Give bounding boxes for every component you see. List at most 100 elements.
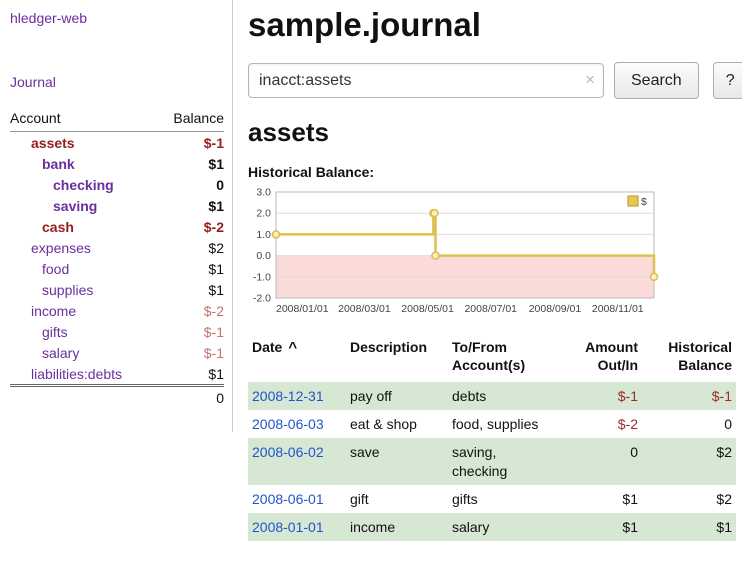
sidebar-account-link[interactable]: bank [42, 156, 75, 172]
app-layout: hledger-web Journal Account Balance asse… [0, 0, 742, 582]
sidebar-account-balance: $-1 [157, 321, 224, 342]
svg-text:-2.0: -2.0 [253, 293, 271, 305]
register-accounts: debts [448, 382, 552, 410]
register-header-date[interactable]: Date ^ [248, 337, 346, 382]
account-name-cell: checking [10, 174, 157, 195]
sidebar-account-link[interactable]: expenses [31, 240, 91, 256]
account-name-cell: food [10, 258, 157, 279]
sidebar: hledger-web Journal Account Balance asse… [0, 0, 233, 432]
account-row: supplies$1 [10, 279, 224, 300]
account-name-cell: gifts [10, 321, 157, 342]
nav-journal-link[interactable]: Journal [10, 74, 224, 90]
register-description: income [346, 513, 448, 541]
register-header-description: Description [346, 337, 448, 382]
accounts-header-account: Account [10, 110, 157, 132]
sidebar-account-link[interactable]: food [42, 261, 69, 277]
register-row: 2008-01-01incomesalary$1$1 [248, 513, 736, 541]
account-row: liabilities:debts $1 [10, 363, 224, 386]
sidebar-account-link[interactable]: saving [53, 198, 97, 214]
sidebar-account-link[interactable]: gifts [42, 324, 68, 340]
sidebar-account-link[interactable]: liabilities:debts [31, 366, 122, 382]
register-date-link[interactable]: 2008-06-02 [252, 444, 324, 460]
sidebar-account-balance: $-2 [157, 300, 224, 321]
register-header-accounts: To/From Account(s) [448, 337, 552, 382]
accounts-header-balance: Balance [157, 110, 224, 132]
account-name-cell: liabilities:debts [10, 363, 157, 386]
search-row: × Search ? [248, 62, 742, 99]
register-header-date-label: Date [252, 339, 282, 355]
register-date-link[interactable]: 2008-06-01 [252, 491, 324, 507]
accounts-total-row: 0 [10, 386, 224, 409]
register-amount: $-2 [552, 410, 642, 438]
svg-text:$: $ [641, 196, 647, 208]
sidebar-account-balance: 0 [157, 174, 224, 195]
register-amount: 0 [552, 438, 642, 484]
account-row: income $-2 [10, 300, 224, 321]
register-date-cell: 2008-06-01 [248, 485, 346, 513]
account-row: salary$-1 [10, 342, 224, 363]
sidebar-account-link[interactable]: salary [42, 345, 79, 361]
account-name-cell: cash [10, 216, 157, 237]
accounts-header-row: Account Balance [10, 110, 224, 132]
register-date-cell: 2008-06-03 [248, 410, 346, 438]
page-title: sample.journal [248, 6, 742, 44]
svg-text:2008/09/01: 2008/09/01 [529, 303, 582, 315]
sidebar-account-link[interactable]: cash [42, 219, 74, 235]
accounts-total-spacer [10, 386, 157, 409]
register-date-cell: 2008-12-31 [248, 382, 346, 410]
register-row: 2008-12-31pay offdebts$-1$-1 [248, 382, 736, 410]
register-accounts: salary [448, 513, 552, 541]
help-button[interactable]: ? [713, 62, 742, 99]
app-title-link[interactable]: hledger-web [10, 10, 224, 26]
svg-text:2008/01/01: 2008/01/01 [276, 303, 329, 315]
account-row: assets $-1 [10, 132, 224, 154]
svg-text:2008/11/01: 2008/11/01 [592, 303, 644, 315]
register-description: pay off [346, 382, 448, 410]
sidebar-account-link[interactable]: checking [53, 177, 114, 193]
register-row: 2008-06-03 eat & shopfood, supplies$-20 [248, 410, 736, 438]
register-date-link[interactable]: 2008-01-01 [252, 519, 324, 535]
register-date-link[interactable]: 2008-12-31 [252, 388, 324, 404]
sidebar-account-balance: $-2 [157, 216, 224, 237]
register-header-amount: Amount Out/In [552, 337, 642, 382]
sidebar-account-link[interactable]: supplies [42, 282, 93, 298]
register-accounts: saving, checking [448, 438, 552, 484]
search-input[interactable] [248, 63, 604, 98]
register-balance: 0 [642, 410, 736, 438]
register-row: 2008-06-02savesaving, checking0$2 [248, 438, 736, 484]
search-button[interactable]: Search [614, 62, 699, 99]
register-balance: $1 [642, 513, 736, 541]
sidebar-account-balance: $1 [157, 363, 224, 386]
svg-text:3.0: 3.0 [256, 187, 271, 199]
sort-ascending-icon[interactable]: ^ [288, 339, 297, 356]
sidebar-account-link[interactable]: assets [31, 135, 75, 151]
register-description: eat & shop [346, 410, 448, 438]
account-row: gifts $-1 [10, 321, 224, 342]
sidebar-account-balance: $-1 [157, 132, 224, 154]
account-row: expenses $2 [10, 237, 224, 258]
accounts-total-value: 0 [157, 386, 224, 409]
register-description: gift [346, 485, 448, 513]
sidebar-account-balance: $1 [157, 153, 224, 174]
register-date-link[interactable]: 2008-06-03 [252, 416, 324, 432]
account-name-cell: supplies [10, 279, 157, 300]
svg-text:0.0: 0.0 [256, 250, 271, 262]
account-title: assets [248, 117, 742, 148]
sidebar-account-link[interactable]: income [31, 303, 76, 319]
svg-text:2008/07/01: 2008/07/01 [464, 303, 517, 315]
account-name-cell: saving [10, 195, 157, 216]
register-balance: $2 [642, 485, 736, 513]
register-balance: $-1 [642, 382, 736, 410]
register-row: 2008-06-01giftgifts$1$2 [248, 485, 736, 513]
register-amount: $1 [552, 513, 642, 541]
clear-search-icon[interactable]: × [585, 70, 595, 90]
account-name-cell: expenses [10, 237, 157, 258]
account-row: cash $-2 [10, 216, 224, 237]
historical-balance-chart: 3.02.01.00.0-1.0-2.02008/01/012008/03/01… [248, 186, 688, 322]
account-row: food$1 [10, 258, 224, 279]
legend-swatch [628, 196, 638, 206]
register-header-row: Date ^ Description To/From Account(s) Amo… [248, 337, 736, 382]
register-accounts: food, supplies [448, 410, 552, 438]
account-name-cell: bank [10, 153, 157, 174]
sidebar-account-balance: $2 [157, 237, 224, 258]
